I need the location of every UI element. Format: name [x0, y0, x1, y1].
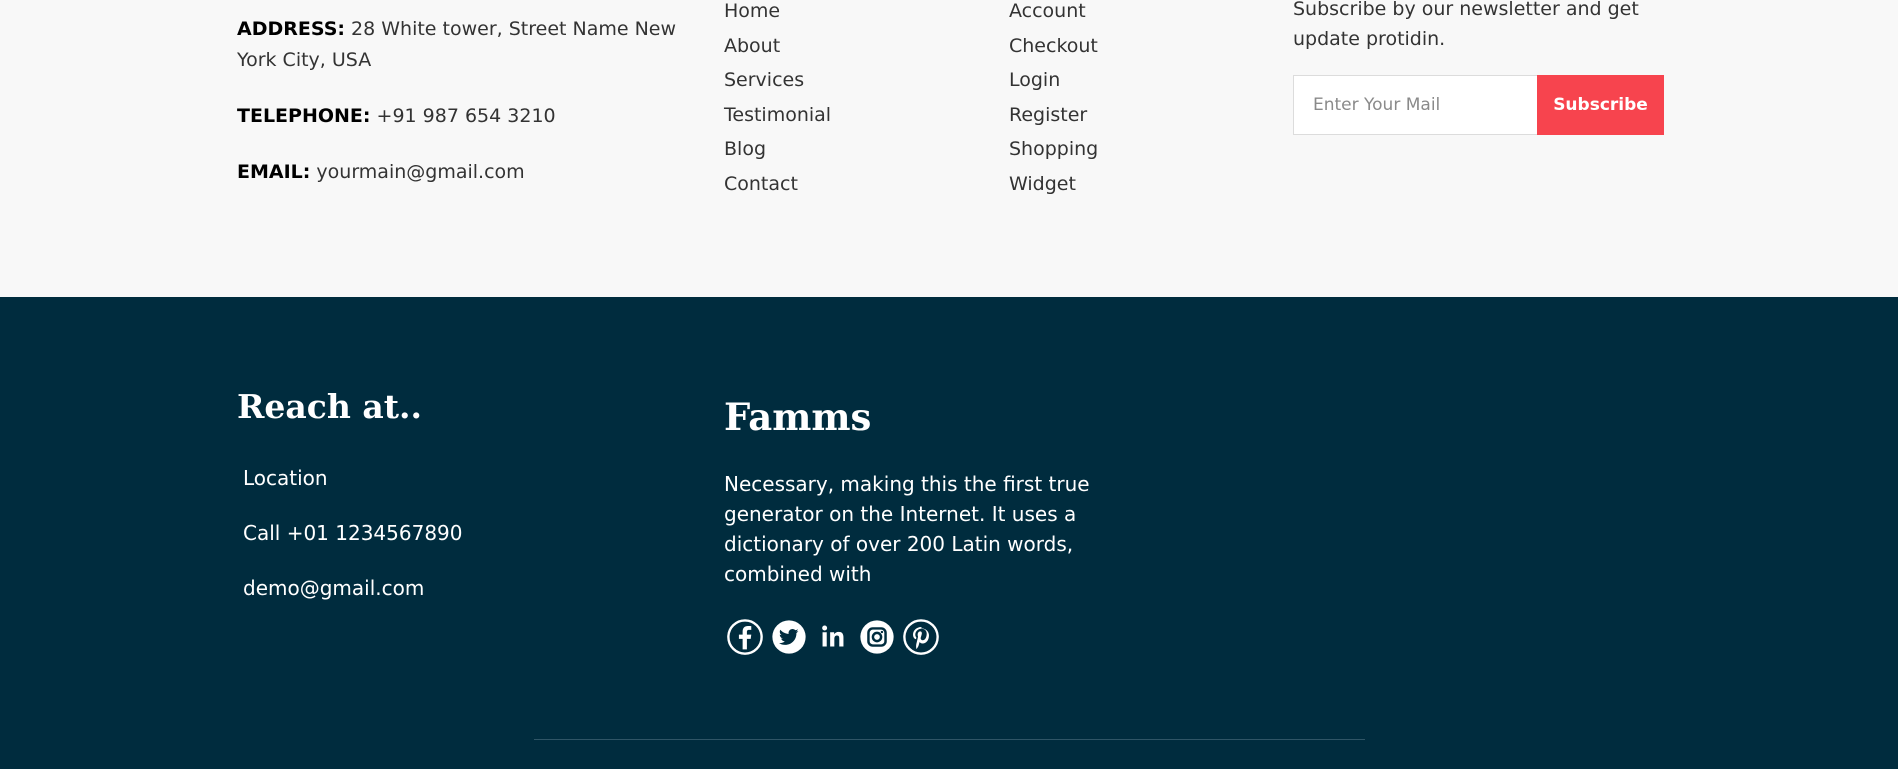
- email-value: yourmain@gmail.com: [310, 161, 525, 183]
- telephone-label: TELEPHONE:: [237, 105, 371, 127]
- link-home[interactable]: Home: [724, 0, 831, 29]
- reach-location[interactable]: Location: [243, 466, 463, 490]
- link-checkout[interactable]: Checkout: [1009, 29, 1098, 64]
- reach-title: Reach at..: [237, 387, 422, 426]
- newsletter: Subscribe by our newsletter and get upda…: [1293, 0, 1693, 135]
- link-testimonial[interactable]: Testimonial: [724, 98, 831, 133]
- menu-links: Home About Services Testimonial Blog Con…: [724, 0, 831, 202]
- subscribe-button[interactable]: Subscribe: [1537, 75, 1664, 135]
- telephone-value: +91 987 654 3210: [370, 105, 556, 127]
- link-blog[interactable]: Blog: [724, 132, 831, 167]
- social-links: [726, 618, 940, 656]
- reach-list: Location Call +01 1234567890 demo@gmail.…: [243, 466, 463, 631]
- info-section: ADDRESS: 28 White tower, Street Name New…: [0, 0, 1898, 297]
- link-widget[interactable]: Widget: [1009, 167, 1098, 202]
- newsletter-email-input[interactable]: [1293, 75, 1537, 135]
- newsletter-text: Subscribe by our newsletter and get upda…: [1293, 0, 1639, 50]
- link-services[interactable]: Services: [724, 63, 831, 98]
- facebook-icon[interactable]: [726, 618, 764, 656]
- footer-divider: [534, 739, 1365, 740]
- link-register[interactable]: Register: [1009, 98, 1098, 133]
- brand-description: Necessary, making this the first true ge…: [724, 472, 1090, 586]
- linkedin-icon[interactable]: [814, 618, 852, 656]
- footer: Reach at.. Location Call +01 1234567890 …: [0, 297, 1898, 769]
- email-line: EMAIL: yourmain@gmail.com: [237, 157, 677, 188]
- reach-email[interactable]: demo@gmail.com: [243, 576, 463, 600]
- newsletter-form: Subscribe: [1293, 75, 1693, 135]
- link-contact[interactable]: Contact: [724, 167, 831, 202]
- email-label: EMAIL:: [237, 161, 311, 183]
- contact-info: ADDRESS: 28 White tower, Street Name New…: [237, 14, 677, 213]
- telephone-line: TELEPHONE: +91 987 654 3210: [237, 101, 677, 132]
- address-line: ADDRESS: 28 White tower, Street Name New…: [237, 14, 677, 76]
- link-shopping[interactable]: Shopping: [1009, 132, 1098, 167]
- pinterest-icon[interactable]: [902, 618, 940, 656]
- reach-call[interactable]: Call +01 1234567890: [243, 521, 463, 545]
- link-account[interactable]: Account: [1009, 0, 1098, 29]
- twitter-icon[interactable]: [770, 618, 808, 656]
- account-links: Account Checkout Login Register Shopping…: [1009, 0, 1098, 202]
- address-label: ADDRESS:: [237, 18, 345, 40]
- link-about[interactable]: About: [724, 29, 831, 64]
- brand-title: Famms: [724, 395, 872, 439]
- instagram-icon[interactable]: [858, 618, 896, 656]
- link-login[interactable]: Login: [1009, 63, 1098, 98]
